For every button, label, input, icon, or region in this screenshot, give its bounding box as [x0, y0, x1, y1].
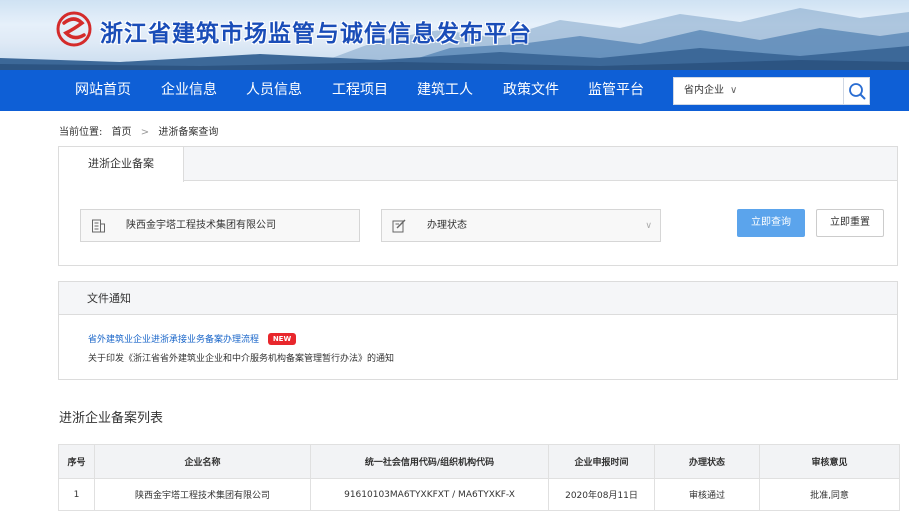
- nav-item-home[interactable]: 网站首页: [75, 70, 131, 111]
- company-name-field[interactable]: 陕西金宇塔工程技术集团有限公司: [80, 209, 360, 242]
- cell-opinion: 批准,同意: [759, 478, 900, 511]
- reset-button[interactable]: 立即重置: [816, 209, 884, 237]
- search-scope-select[interactable]: 省内企业 ∨: [674, 78, 746, 104]
- table-row[interactable]: 1 陕西金宇塔工程技术集团有限公司 91610103MA6TYXKFXT / M…: [58, 478, 900, 511]
- notice-process-link[interactable]: 省外建筑业企业进浙承接业务备案办理流程: [88, 332, 259, 345]
- building-icon: [92, 219, 105, 233]
- company-name-value: 陕西金宇塔工程技术集团有限公司: [126, 220, 276, 231]
- col-header-index: 序号: [58, 444, 95, 479]
- chevron-down-icon: ∨: [645, 221, 652, 231]
- cell-index: 1: [58, 478, 95, 511]
- query-button[interactable]: 立即查询: [737, 209, 805, 237]
- filing-table: 序号 企业名称 统一社会信用代码/组织机构代码 企业申报时间 办理状态 审核意见…: [58, 444, 900, 511]
- nav-search-box: 省内企业 ∨: [673, 77, 870, 105]
- search-scope-value: 省内企业: [684, 85, 724, 96]
- edit-icon: [392, 219, 406, 233]
- nav-item-supervision[interactable]: 监管平台: [588, 70, 644, 111]
- table-header-row: 序号 企业名称 统一社会信用代码/组织机构代码 企业申报时间 办理状态 审核意见: [58, 444, 900, 479]
- notice-panel: 文件通知 省外建筑业企业进浙承接业务备案办理流程 NEW 关于印发《浙江省省外建…: [58, 281, 898, 380]
- nav-item-workers[interactable]: 建筑工人: [417, 70, 473, 111]
- col-header-date: 企业申报时间: [548, 444, 655, 479]
- logo-icon: [56, 11, 92, 47]
- col-header-credit-code: 统一社会信用代码/组织机构代码: [310, 444, 549, 479]
- cell-company[interactable]: 陕西金宇塔工程技术集团有限公司: [94, 478, 311, 511]
- search-button[interactable]: [843, 78, 869, 104]
- nav-item-company-info[interactable]: 企业信息: [161, 70, 217, 111]
- search-icon: [849, 83, 866, 100]
- list-title: 进浙企业备案列表: [59, 411, 164, 426]
- cell-status: 审核通过: [654, 478, 760, 511]
- cell-credit-code: 91610103MA6TYXKFXT / MA6TYXKF-X: [310, 478, 549, 511]
- breadcrumb-current: 进浙备案查询: [158, 127, 219, 138]
- col-header-company: 企业名称: [94, 444, 311, 479]
- new-badge: NEW: [268, 333, 296, 345]
- panel-tabbar: [59, 147, 897, 181]
- notice-document-link[interactable]: 关于印发《浙江省省外建筑业企业和中介服务机构备案管理暂行办法》的通知: [88, 351, 394, 364]
- nav-item-policy-docs[interactable]: 政策文件: [503, 70, 559, 111]
- breadcrumb: 当前位置: 首页 > 进浙备案查询: [59, 123, 224, 138]
- status-select[interactable]: 办理状态 ∨: [381, 209, 661, 242]
- search-input[interactable]: [748, 80, 840, 102]
- chevron-down-icon: ∨: [730, 85, 738, 96]
- search-panel: 进浙企业备案 陕西金宇塔工程技术集团有限公司 办理状态 ∨ 立即查询 立即重置: [58, 146, 898, 266]
- status-placeholder: 办理状态: [427, 220, 467, 231]
- main-nav: 网站首页 企业信息 人员信息 工程项目 建筑工人 政策文件 监管平台 省内企业 …: [0, 70, 909, 111]
- cell-date: 2020年08月11日: [548, 478, 655, 511]
- col-header-opinion: 审核意见: [759, 444, 900, 479]
- breadcrumb-prefix: 当前位置:: [59, 127, 103, 138]
- header-banner: 浙江省建筑市场监管与诚信信息发布平台: [0, 0, 909, 70]
- breadcrumb-home-link[interactable]: 首页: [112, 127, 132, 138]
- tab-company-filing[interactable]: 进浙企业备案: [59, 147, 184, 182]
- col-header-status: 办理状态: [654, 444, 760, 479]
- nav-item-projects[interactable]: 工程项目: [332, 70, 388, 111]
- breadcrumb-separator: >: [140, 127, 150, 138]
- site-title: 浙江省建筑市场监管与诚信信息发布平台: [100, 21, 532, 47]
- nav-item-personnel-info[interactable]: 人员信息: [246, 70, 302, 111]
- notice-title: 文件通知: [59, 282, 897, 315]
